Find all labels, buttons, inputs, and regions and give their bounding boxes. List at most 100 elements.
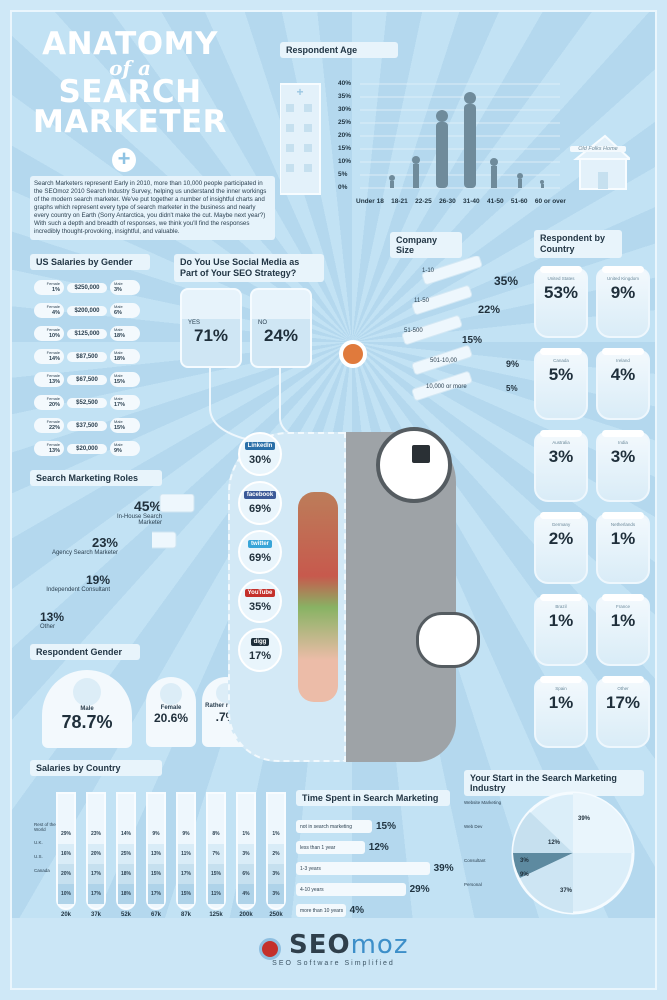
social-site-circle: YouTube 35%	[238, 579, 282, 623]
time-value: 4%	[349, 905, 365, 916]
tube: 1% 2% 3% 3%	[266, 792, 286, 910]
time-bar: less than 1 year	[296, 841, 365, 854]
salary-amount: $87,500	[67, 351, 107, 362]
jar-lid	[602, 594, 644, 601]
company-size-item: 15%	[462, 330, 482, 348]
salary-row: Female 1% $250,000 Male 3%	[34, 276, 159, 299]
legend-item: Rest of the World	[34, 822, 56, 832]
male-share: Male 3%	[110, 280, 140, 295]
age-category: Under 18	[356, 198, 384, 205]
social-heading: Do You Use Social Media as Part of Your …	[174, 254, 324, 282]
social-site-badge: facebook	[243, 491, 277, 499]
salaries-country-heading: Salaries by Country	[30, 760, 162, 776]
role-label: Agency Search Marketer	[51, 550, 118, 556]
time-label: 4-10 years	[300, 886, 324, 893]
age-ytick: 15%	[338, 145, 352, 152]
tube-segment: 23%	[88, 824, 104, 844]
jar-lid	[602, 512, 644, 519]
tube-segment: 6%	[238, 864, 254, 884]
social-site-badge: digg	[250, 638, 270, 646]
male-value: 9%	[114, 447, 122, 454]
no-iv-bag: NO 24%	[250, 288, 312, 368]
seomoz-logo[interactable]: SEOmoz	[12, 930, 655, 960]
jar-lid	[602, 348, 644, 355]
logo-seo: SEO	[288, 930, 351, 960]
country-value: 3%	[610, 447, 636, 466]
tube-segment: 3%	[268, 864, 284, 884]
time-label: more than 10 years	[300, 907, 344, 914]
jar-lid	[540, 594, 582, 601]
social-site-badge: YouTube	[244, 589, 276, 597]
start-label: Web Dev	[464, 824, 483, 829]
salary-row: Female 13% $20,000 Male 9%	[34, 437, 159, 460]
age-x-labels: Under 18 18-21 22-25 26-30 31-40 41-50 5…	[356, 198, 566, 205]
male-face-icon	[73, 678, 101, 706]
salary-row: Female 4% $200,000 Male 6%	[34, 299, 159, 322]
plus-icon: +	[112, 148, 136, 172]
female-share: Female 1%	[34, 280, 64, 295]
salary-amount: $125,000	[67, 328, 107, 339]
roles-heading: Search Marketing Roles	[30, 470, 162, 486]
age-ytick: 25%	[338, 119, 352, 126]
female-value: 13%	[48, 378, 60, 385]
logo-text: SEOmoz	[289, 930, 408, 960]
tube: 9% 11% 17% 15%	[176, 792, 196, 910]
jar-lid	[602, 430, 644, 437]
time-value: 29%	[409, 884, 430, 895]
title-line-4: MARKETER	[32, 103, 228, 140]
female-value: 13%	[48, 447, 60, 454]
ambulance-icon	[159, 494, 195, 513]
organs-illustration	[298, 492, 338, 702]
hospital-cross-icon: +	[296, 85, 303, 99]
time-label: not in search marketing	[300, 823, 352, 830]
age-people	[389, 92, 544, 188]
country-jar: Other 17%	[596, 676, 650, 748]
male-value: 18%	[114, 332, 126, 339]
salary-tube: 9% 11% 17% 15% 87k	[176, 792, 196, 926]
tube-segment: 29%	[58, 824, 74, 844]
tube-segment: 20%	[88, 844, 104, 864]
jar-lid	[602, 676, 644, 683]
company-size-value: 35%	[494, 274, 519, 288]
hospital-building	[279, 83, 321, 195]
age-gridlines	[360, 83, 560, 189]
country-value: 1%	[610, 611, 636, 630]
start-pie	[511, 791, 635, 915]
time-value: 12%	[368, 842, 389, 853]
start-value: 37%	[560, 888, 573, 894]
age-category: 26-30	[439, 198, 456, 205]
salary-row: Female 22% $37,500 Male 15%	[34, 414, 159, 437]
brain-icon	[339, 340, 367, 368]
respondent-age-chart: + 40% 35% 30% 25% 20% 15% 10% 5% 0% Unde…	[279, 64, 633, 219]
male-value: 15%	[114, 424, 126, 431]
male-value: 78.7%	[61, 712, 113, 732]
tube-segment: 17%	[88, 884, 104, 904]
female-share: Female 13%	[34, 441, 64, 456]
country-value: 1%	[548, 611, 574, 630]
company-size-heading: Company Size	[390, 232, 462, 258]
tube-segment: 11%	[178, 844, 194, 864]
country-value: 2%	[548, 529, 574, 548]
legend-item: Canada	[34, 868, 50, 873]
company-size-value: 15%	[462, 335, 483, 346]
male-value: 3%	[114, 286, 122, 293]
social-site-circle: twitter 69%	[238, 530, 282, 574]
jar-lid	[540, 266, 582, 273]
role-value: 13%	[40, 610, 65, 624]
country-value: 9%	[610, 283, 636, 302]
tube-segment: 18%	[118, 864, 134, 884]
tube-segment: 16%	[58, 844, 74, 864]
female-value: 20.6%	[153, 711, 189, 725]
country-value: 3%	[548, 447, 574, 466]
respondent-age-heading: Respondent Age	[280, 42, 398, 58]
salaries-gender-heading: US Salaries by Gender	[30, 254, 150, 270]
age-ytick: 30%	[338, 106, 352, 113]
time-label: less than 1 year	[300, 844, 336, 851]
tube-segment: 9%	[148, 824, 164, 844]
male-share: Male 6%	[110, 303, 140, 318]
tube: 23% 20% 17% 17%	[86, 792, 106, 910]
male-share: Male 18%	[110, 326, 140, 341]
start-label: Personal	[464, 882, 482, 887]
salary-row: Female 20% $52,500 Male 17%	[34, 391, 159, 414]
social-site-badge: LinkedIn	[244, 442, 276, 450]
